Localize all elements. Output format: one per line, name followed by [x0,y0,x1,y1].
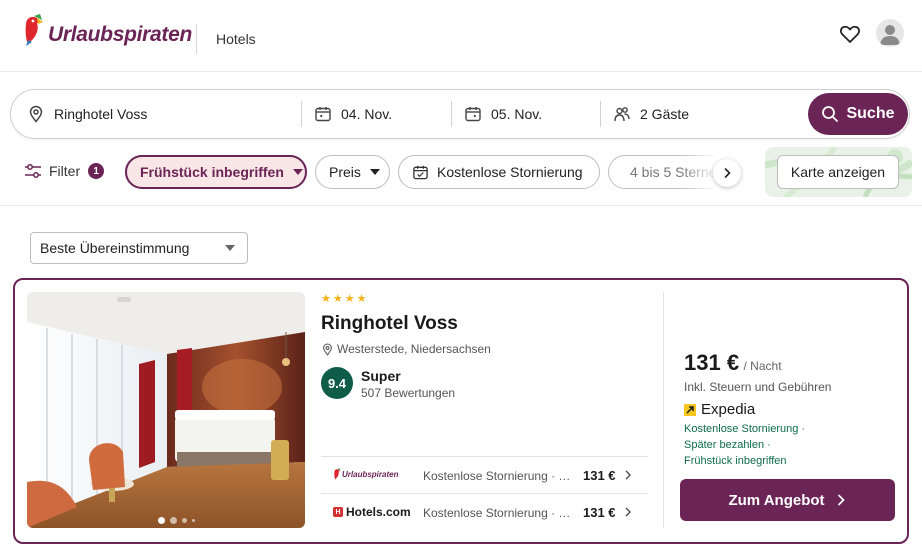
offer-provider-logo: H Hotels.com [333,505,411,519]
brand-logo[interactable]: Urlaubspiraten [22,13,192,47]
guests-icon [614,107,630,122]
pagination-dot[interactable] [192,519,195,522]
offer-list: Urlaubspiraten Kostenlose Stornierung · … [321,456,648,530]
offer-price: 131 € [583,468,616,483]
location-pin-icon [29,105,43,123]
price-amount: 131 € [684,350,740,375]
offer-provider-name: Hotels.com [346,505,411,519]
guests-value: 2 Gäste [640,106,690,122]
filter-count-badge: 1 [88,163,105,179]
chip-free-cancellation[interactable]: Kostenlose Stornierung [398,155,600,189]
perk-list: Kostenlose Stornierung · Später bezahlen… [684,421,805,469]
caret-down-icon [225,245,235,251]
price-block: 131 € / Nacht [684,350,782,376]
caret-down-icon [369,169,380,175]
star-icon: ★ [356,293,367,305]
star-icon: ★ [344,293,355,305]
view-offer-button[interactable]: Zum Angebot [680,479,895,521]
provider-name: Expedia [684,401,755,418]
chevron-right-icon [724,168,731,178]
star-icon: ★ [321,293,331,305]
search-icon [822,106,839,122]
search-separator [451,101,452,127]
chip-price[interactable]: Preis [315,155,390,189]
checkin-field[interactable]: 04. Nov. [314,90,444,138]
checkout-field[interactable]: 05. Nov. [464,90,594,138]
parrot-logo-icon [25,14,43,46]
hotel-room-image [27,292,305,528]
chip-label: Frühstück inbegriffen [140,164,284,180]
site-header: Urlaubspiraten Hotels [0,0,922,72]
destination-field[interactable]: Ringhotel Voss [27,90,297,138]
hotel-location: Westerstede, Niedersachsen [321,342,491,356]
header-divider [196,24,197,54]
chip-breakfast-included[interactable]: Frühstück inbegriffen [125,155,307,189]
destination-value: Ringhotel Voss [54,106,148,122]
review-score-badge: 9.4 [321,367,353,399]
price-unit: / Nacht [743,359,782,373]
filter-button[interactable]: Filter 1 [24,163,105,179]
perk-item: Frühstück inbegriffen [684,455,787,467]
offer-description: Kostenlose Stornierung · Später bezahlen [423,506,573,520]
review-rating-word: Super [361,368,401,384]
guests-field[interactable]: 2 Gäste [613,90,793,138]
heart-icon[interactable] [838,22,862,46]
hotel-star-rating: ★ ★ ★ ★ [321,292,369,305]
perk-item: Kostenlose Stornierung · [684,423,806,435]
avatar[interactable] [876,19,904,47]
perk-item: Später bezahlen · [684,439,771,451]
location-pin-icon [322,343,333,356]
provider-label: Expedia [701,401,756,418]
chevron-right-icon [837,494,845,506]
search-button-label: Suche [846,105,895,122]
search-separator [600,101,601,127]
show-map-button[interactable]: Karte anzeigen [777,155,899,189]
calendar-icon [465,107,481,122]
star-icon: ★ [332,293,343,305]
price-note: Inkl. Steuern und Gebühren [684,380,832,394]
map-preview[interactable]: Karte anzeigen [765,147,912,197]
pagination-dot[interactable] [170,517,177,524]
review-count[interactable]: 507 Bewertungen [361,386,455,400]
sort-select[interactable]: Beste Übereinstimmung [30,232,248,264]
hotel-name[interactable]: Ringhotel Voss [321,313,458,335]
search-separator [301,101,302,127]
expedia-arrow-icon [684,403,696,416]
caret-down-icon [292,169,303,175]
filter-label: Filter [49,163,81,179]
filter-bar: Filter 1 Frühstück inbegriffen Preis Kos… [0,147,922,206]
checkout-value: 05. Nov. [491,106,543,122]
nav-hotels[interactable]: Hotels [216,31,256,47]
offer-row[interactable]: H Hotels.com Kostenlose Stornierung · Sp… [321,493,648,530]
image-pagination-dots[interactable] [158,517,200,524]
sort-selected-value: Beste Übereinstimmung [40,240,190,256]
offer-description: Kostenlose Stornierung · Später bezahlen [423,469,573,483]
offer-provider-name: Urlaubspiraten [342,469,399,479]
offer-row[interactable]: Urlaubspiraten Kostenlose Stornierung · … [321,456,648,493]
pagination-dot[interactable] [182,518,187,523]
chevron-right-icon [625,507,631,517]
search-bar: Ringhotel Voss 04. Nov. 05. Nov. 2 Gäste… [10,89,910,139]
hotels-com-mark-icon: H [333,507,343,517]
calendar-icon [413,165,428,179]
filter-sliders-icon [25,164,41,178]
hotel-card[interactable]: ★ ★ ★ ★ Ringhotel Voss Westerstede, Nied… [13,278,909,544]
offer-price: 131 € [583,505,616,520]
user-avatar-icon [880,25,900,45]
search-button[interactable]: Suche [808,93,908,135]
card-divider [663,292,664,528]
chip-label: Preis [329,164,361,180]
chip-label: Kostenlose Stornierung [437,164,583,180]
calendar-icon [315,107,331,122]
chips-scroll-right-button[interactable] [713,159,741,187]
view-offer-label: Zum Angebot [728,491,825,509]
location-text: Westerstede, Niedersachsen [337,342,491,356]
checkin-value: 04. Nov. [341,106,393,122]
parrot-logo-icon [334,468,341,480]
logo-text: Urlaubspiraten [48,23,192,46]
hotel-photo[interactable] [27,292,305,528]
chevron-right-icon [625,470,631,480]
offer-provider-logo: Urlaubspiraten [333,468,398,480]
pagination-dot-active[interactable] [158,517,165,524]
